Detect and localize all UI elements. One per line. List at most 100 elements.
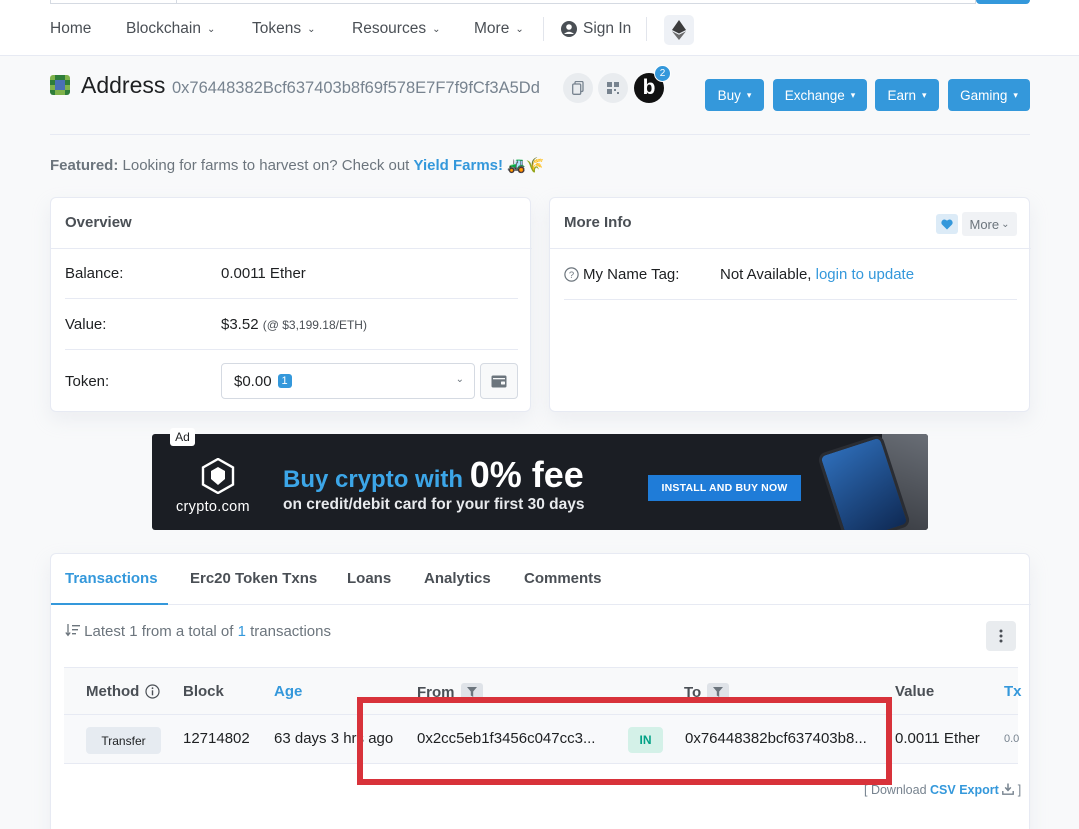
qr-code-button[interactable]	[598, 73, 628, 103]
value-column-header: Value	[895, 683, 935, 700]
question-circle-icon[interactable]: ?	[564, 267, 579, 282]
header-divider	[50, 134, 1030, 135]
nav-tokens[interactable]: Tokens ⌄	[252, 20, 316, 38]
tab-transactions[interactable]: Transactions	[65, 570, 158, 587]
featured-banner: Featured: Looking for farms to harvest o…	[50, 156, 545, 174]
gaming-dropdown-button[interactable]: Gaming ▾	[948, 79, 1030, 111]
sign-in-link[interactable]: Sign In	[561, 20, 631, 38]
qr-code-icon	[607, 82, 619, 94]
age-column-header[interactable]: Age	[274, 683, 302, 700]
card-divider	[550, 248, 1031, 249]
csv-export-link[interactable]: CSV Export	[930, 783, 999, 797]
yield-farms-link[interactable]: Yield Farms!	[414, 157, 503, 174]
buy-dropdown-button[interactable]: Buy ▾	[705, 79, 764, 111]
wallet-icon	[491, 375, 507, 387]
user-circle-icon	[561, 21, 577, 37]
crypto-com-ad-banner[interactable]: crypto.com Buy crypto with 0% fee on cre…	[152, 434, 928, 530]
balance-value: 0.0011 Ether	[221, 265, 306, 282]
token-holdings-dropdown[interactable]: $0.00 1 ⌄	[221, 363, 475, 399]
tab-loans[interactable]: Loans	[347, 570, 391, 587]
exchange-label: Exchange	[784, 87, 845, 103]
copy-icon	[572, 81, 584, 95]
chevron-down-icon: ▾	[1013, 89, 1018, 100]
more-info-card: More Info More ⌄ ? My Name Tag: Not Avail…	[549, 197, 1031, 412]
nav-more[interactable]: More ⌄	[474, 20, 524, 38]
block-link[interactable]: 12714802	[183, 730, 250, 747]
name-tag-label: My Name Tag:	[583, 266, 680, 283]
nav-resources-label: Resources	[352, 20, 427, 37]
nav-home-label: Home	[50, 20, 92, 37]
chevron-down-icon: ⌄	[307, 23, 316, 35]
favorite-button[interactable]	[936, 214, 958, 234]
chevron-down-icon: ⌄	[432, 23, 441, 35]
to-filter-button[interactable]	[707, 683, 730, 701]
to-header-label: To	[684, 683, 702, 701]
value-label: Value:	[65, 316, 107, 333]
csv-export-row: [ Download CSV Export ]	[864, 783, 1021, 797]
from-column-header: From	[417, 683, 483, 701]
sign-in-label: Sign In	[583, 20, 632, 37]
more-dropdown-button[interactable]: More ⌄	[962, 212, 1017, 236]
login-to-update-link[interactable]: login to update	[816, 266, 914, 283]
earn-dropdown-button[interactable]: Earn ▾	[875, 79, 939, 111]
direction-badge: IN	[628, 727, 663, 753]
chevron-down-icon: ⌄	[206, 23, 216, 35]
sort-desc-icon	[65, 624, 80, 637]
summary-prefix: Latest 1 from a total of	[84, 623, 234, 640]
to-address: 0x76448382bcf637403b8...	[685, 730, 867, 747]
method-badge: Transfer	[86, 727, 161, 754]
table-header: Method Block Age From To Value Tx	[64, 667, 1022, 715]
download-icon[interactable]	[1002, 783, 1015, 795]
chevron-down-icon: ⌄	[515, 23, 524, 35]
name-tag-row-label: ? My Name Tag:	[564, 266, 679, 283]
table-options-button[interactable]	[986, 621, 1016, 651]
csv-close-bracket: ]	[1017, 783, 1022, 797]
filter-icon	[466, 687, 477, 697]
from-address-link[interactable]: 0x2cc5eb1f3456c047cc3...	[417, 730, 595, 747]
from-filter-button[interactable]	[460, 683, 483, 701]
summary-suffix: transactions	[250, 623, 331, 640]
nav-blockchain[interactable]: Blockchain ⌄	[126, 20, 215, 38]
gaming-label: Gaming	[960, 87, 1008, 103]
search-bar[interactable]	[50, 0, 976, 4]
more-label: More	[969, 216, 1000, 232]
nav-divider	[543, 17, 544, 41]
chevron-down-icon: ▾	[922, 89, 927, 100]
tab-erc20-token-txns[interactable]: Erc20 Token Txns	[190, 570, 317, 587]
row-divider	[65, 349, 518, 350]
copy-address-button[interactable]	[563, 73, 593, 103]
featured-text: Looking for farms to harvest on? Check o…	[122, 157, 410, 174]
tab-analytics[interactable]: Analytics	[424, 570, 491, 587]
featured-label: Featured:	[50, 157, 119, 174]
filter-icon	[713, 687, 724, 697]
svg-text:?: ?	[569, 270, 574, 281]
overview-title: Overview	[65, 214, 132, 231]
txn-fee-column-header[interactable]: Tx	[1004, 683, 1022, 700]
value-field: $3.52 (@ $3,199.18/ETH)	[221, 316, 367, 333]
tab-comments[interactable]: Comments	[524, 570, 602, 587]
row-divider	[564, 299, 1017, 300]
ad-headline-prefix: Buy crypto with	[283, 466, 464, 493]
info-circle-icon[interactable]	[145, 684, 160, 699]
featured-emoji: 🚜🌾	[507, 157, 545, 174]
network-switch-button[interactable]	[664, 15, 694, 45]
search-button[interactable]	[976, 0, 1030, 4]
crypto-com-logo-icon	[201, 458, 235, 494]
search-filter-divider	[176, 0, 177, 4]
ad-install-button[interactable]: INSTALL AND BUY NOW	[648, 475, 801, 501]
nav-resources[interactable]: Resources ⌄	[352, 20, 440, 38]
nav-home[interactable]: Home	[50, 20, 91, 38]
ethereum-icon	[672, 20, 686, 40]
buy-label: Buy	[717, 87, 741, 103]
active-tab-indicator	[51, 603, 168, 605]
tabs-divider	[51, 604, 1031, 605]
exchange-dropdown-button[interactable]: Exchange ▾	[773, 79, 867, 111]
from-header-label: From	[417, 683, 455, 701]
address-identicon	[50, 75, 70, 95]
summary-count[interactable]: 1	[238, 623, 246, 640]
earn-label: Earn	[887, 87, 916, 103]
value-amount: 0.0011 Ether	[895, 730, 980, 747]
card-divider	[51, 248, 532, 249]
token-wallet-button[interactable]	[480, 363, 518, 399]
balance-label: Balance:	[65, 265, 124, 282]
